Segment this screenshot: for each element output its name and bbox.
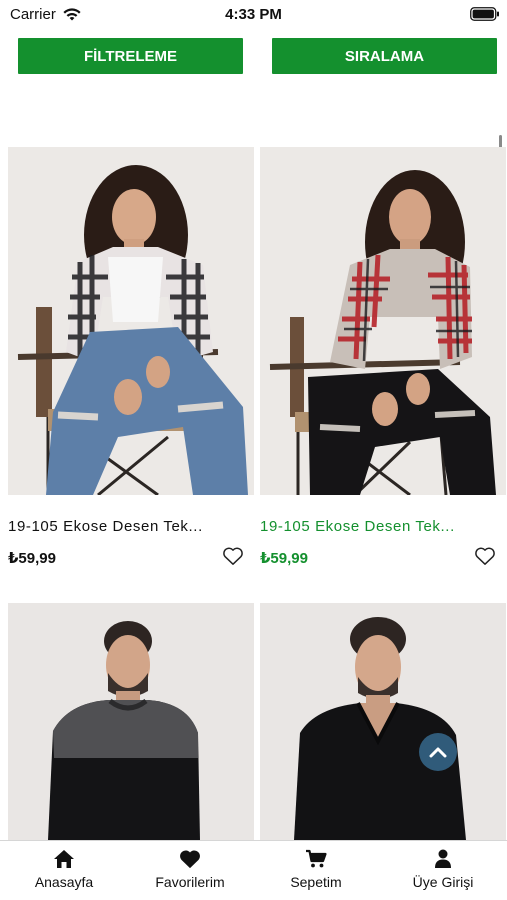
scroll-to-top-button[interactable] bbox=[419, 733, 457, 771]
tab-label: Favorilerim bbox=[155, 874, 225, 890]
cart-icon bbox=[306, 849, 327, 868]
product-image[interactable] bbox=[8, 603, 254, 840]
battery-icon bbox=[470, 7, 499, 21]
product-price: ₺59,99 bbox=[8, 550, 56, 567]
product-image[interactable] bbox=[260, 603, 506, 840]
sort-button[interactable]: SIRALAMA bbox=[272, 38, 497, 74]
tab-favorites[interactable]: Favorilerim bbox=[127, 841, 253, 900]
product-name[interactable]: 19-105 Ekose Desen Tek... bbox=[260, 518, 480, 535]
tab-home[interactable]: Anasayfa bbox=[1, 841, 127, 900]
heart-icon[interactable] bbox=[474, 546, 496, 566]
chevron-up-icon bbox=[429, 747, 447, 758]
clock: 4:33 PM bbox=[225, 6, 282, 23]
tab-label: Sepetim bbox=[290, 874, 342, 890]
product-image[interactable] bbox=[260, 147, 506, 495]
tab-label: Üye Girişi bbox=[412, 874, 474, 890]
status-bar: Carrier 4:33 PM bbox=[0, 0, 507, 30]
tab-cart[interactable]: Sepetim bbox=[253, 841, 379, 900]
heart-icon bbox=[180, 850, 200, 869]
product-name[interactable]: 19-105 Ekose Desen Tek... bbox=[8, 518, 228, 535]
product-price: ₺59,99 bbox=[260, 550, 308, 567]
heart-icon[interactable] bbox=[222, 546, 244, 566]
filter-button[interactable]: FİLTRELEME bbox=[18, 38, 243, 74]
user-icon bbox=[435, 849, 451, 868]
tab-label: Anasayfa bbox=[34, 874, 94, 890]
tab-bar: Anasayfa Favorilerim Sepetim Üye Girişi bbox=[0, 840, 507, 900]
product-image[interactable] bbox=[8, 147, 254, 495]
tab-login[interactable]: Üye Girişi bbox=[380, 841, 506, 900]
home-icon bbox=[54, 850, 74, 868]
